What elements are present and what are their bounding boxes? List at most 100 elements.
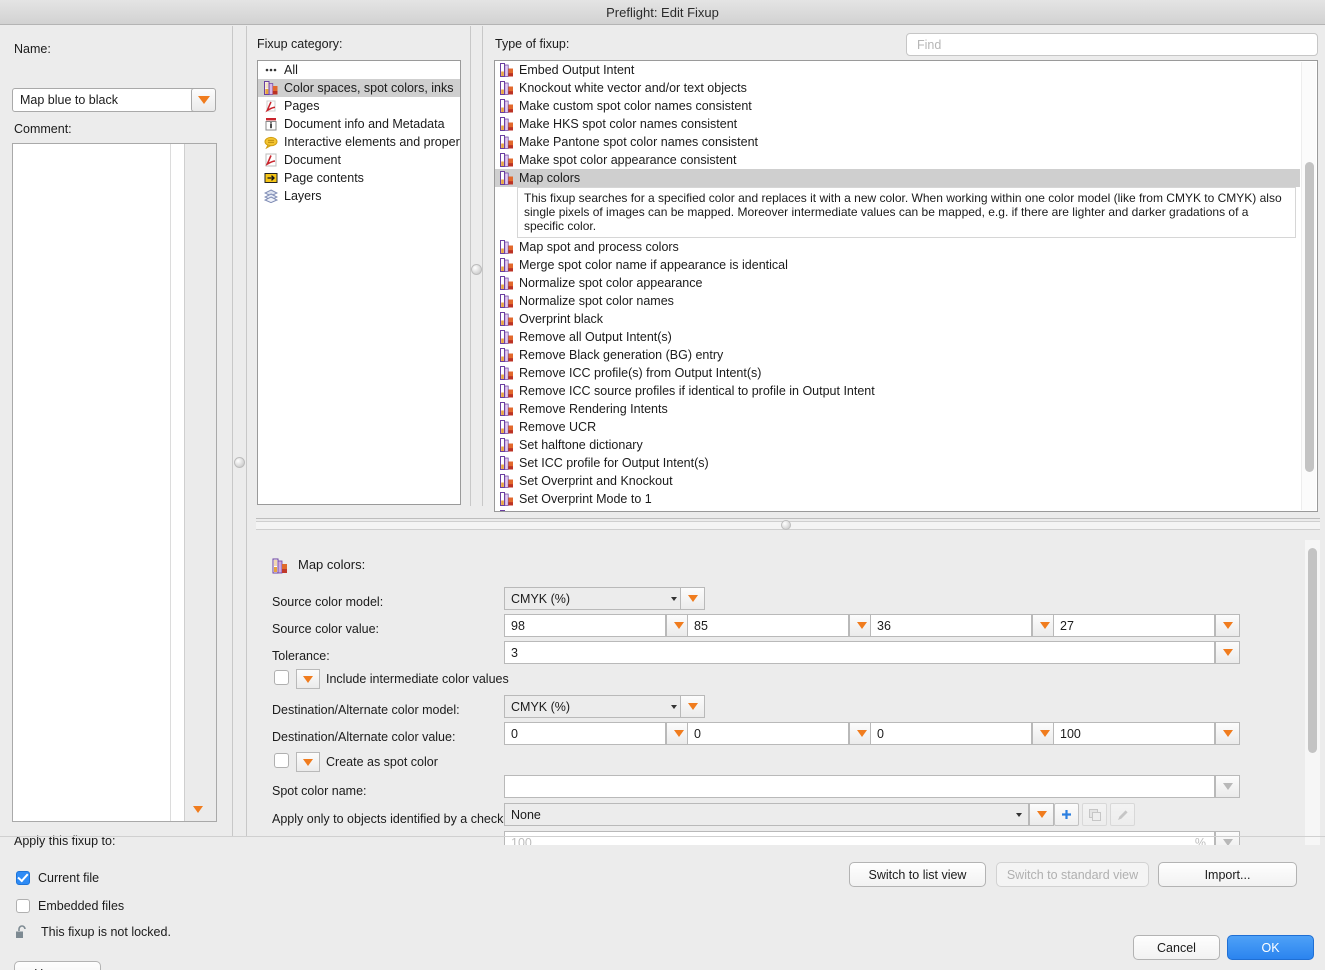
- embedded-files-row[interactable]: Embedded files: [16, 899, 124, 913]
- destination-color-value-c[interactable]: 0: [504, 722, 666, 745]
- chevron-down-icon: [671, 596, 677, 601]
- source-color-value-k[interactable]: 27: [1053, 614, 1215, 637]
- source-color-value-c[interactable]: 98: [504, 614, 666, 637]
- comment-dropdown-column[interactable]: [184, 144, 216, 821]
- form-scroll-thumb[interactable]: [1308, 548, 1317, 753]
- fixup-list-scrollbar[interactable]: [1301, 62, 1316, 510]
- destination-color-model-select[interactable]: CMYK (%): [504, 695, 684, 718]
- fixup-type-item[interactable]: Remove ICC source profiles if identical …: [495, 382, 1300, 400]
- fixup-type-item[interactable]: Make custom spot color names consistent: [495, 97, 1300, 115]
- include-intermediate-dropdown[interactable]: [296, 669, 320, 689]
- source-color-value-k-dropdown[interactable]: [1215, 614, 1240, 637]
- fixup-type-item[interactable]: Set halftone dictionary: [495, 436, 1300, 454]
- source-color-model-select[interactable]: CMYK (%): [504, 587, 684, 610]
- destination-color-value-k[interactable]: 100: [1053, 722, 1215, 745]
- fixup-type-item[interactable]: Overprint black: [495, 310, 1300, 328]
- fixup-type-item[interactable]: Set Overprint Mode to 1: [495, 490, 1300, 508]
- category-item[interactable]: Document info and Metadata: [258, 115, 460, 133]
- lock-status-row[interactable]: This fixup is not locked.: [14, 924, 171, 940]
- fixup-type-item[interactable]: Normalize spot color appearance: [495, 274, 1300, 292]
- destination-color-value-k-dropdown[interactable]: [1215, 722, 1240, 745]
- fixup-type-item[interactable]: Remove Rendering Intents: [495, 400, 1300, 418]
- fixup-type-list[interactable]: Embed Output Intent Knockout white vector…: [494, 60, 1318, 512]
- create-spot-color-dropdown[interactable]: [296, 752, 320, 772]
- splitter-mid-grip[interactable]: [471, 264, 482, 275]
- chevron-down-icon: [856, 622, 867, 629]
- category-item-label: Color spaces, spot colors, inks: [284, 81, 454, 95]
- spot-color-name-input[interactable]: [504, 775, 1215, 798]
- fixup-icon: [500, 348, 514, 362]
- destination-color-model-dropdown-button[interactable]: [680, 695, 705, 718]
- footer-divider: [0, 836, 1325, 837]
- ok-button[interactable]: OK: [1227, 935, 1314, 960]
- tolerance-input[interactable]: 3: [504, 641, 1215, 664]
- fixup-type-item[interactable]: Map colors: [495, 169, 1300, 187]
- fixup-type-item[interactable]: Remove all Output Intent(s): [495, 328, 1300, 346]
- category-item[interactable]: Layers: [258, 187, 460, 205]
- fixup-list-scroll-thumb[interactable]: [1305, 162, 1314, 472]
- destination-color-value-m[interactable]: 0: [687, 722, 849, 745]
- fixup-type-item[interactable]: Remove ICC profile(s) from Output Intent…: [495, 364, 1300, 382]
- current-file-row[interactable]: Current file: [16, 871, 99, 885]
- partial-row-input[interactable]: 100 %: [504, 831, 1215, 845]
- include-intermediate-checkbox[interactable]: [274, 670, 289, 685]
- fixup-type-item[interactable]: Make Pantone spot color names consistent: [495, 133, 1300, 151]
- current-file-label: Current file: [38, 871, 100, 885]
- find-input[interactable]: Find: [906, 33, 1318, 56]
- fixup-type-item[interactable]: Remove UCR: [495, 418, 1300, 436]
- fixup-type-item[interactable]: Merge spot color name if appearance is i…: [495, 256, 1300, 274]
- fixup-type-item[interactable]: Knockout white vector and/or text object…: [495, 79, 1300, 97]
- category-item[interactable]: Document: [258, 151, 460, 169]
- fixup-type-item[interactable]: Embed Output Intent: [495, 61, 1300, 79]
- horizontal-splitter[interactable]: [256, 518, 1320, 531]
- apply-check-dropdown-button[interactable]: [1029, 803, 1054, 826]
- category-item[interactable]: Interactive elements and propertie: [258, 133, 460, 151]
- cancel-button[interactable]: Cancel: [1133, 935, 1220, 960]
- destination-color-value-y[interactable]: 0: [870, 722, 1032, 745]
- splitter-left-grip[interactable]: [234, 457, 245, 468]
- tolerance-dropdown[interactable]: [1215, 641, 1240, 664]
- usage-button[interactable]: Usage...: [14, 961, 101, 970]
- fixup-type-item[interactable]: Make HKS spot color names consistent: [495, 115, 1300, 133]
- fixup-category-list[interactable]: All Color spaces, spot colors, inks Pages D…: [257, 60, 461, 505]
- add-check-button[interactable]: [1054, 803, 1079, 826]
- source-color-value-y[interactable]: 36: [870, 614, 1032, 637]
- edit-check-button[interactable]: [1110, 803, 1135, 826]
- horizontal-splitter-grip[interactable]: [781, 520, 791, 530]
- import-button[interactable]: Import...: [1158, 862, 1297, 887]
- spot-color-name-dropdown[interactable]: [1215, 775, 1240, 798]
- category-item[interactable]: All: [258, 61, 460, 79]
- fixup-icon: [500, 153, 514, 167]
- fixup-type-item[interactable]: Normalize spot color names: [495, 292, 1300, 310]
- embedded-files-label: Embedded files: [38, 899, 125, 913]
- category-item[interactable]: Pages: [258, 97, 460, 115]
- chevron-down-icon: [1222, 839, 1233, 845]
- embedded-files-checkbox[interactable]: [16, 899, 30, 913]
- fixup-icon: [500, 330, 514, 344]
- source-color-model-dropdown-button[interactable]: [680, 587, 705, 610]
- category-item[interactable]: Color spaces, spot colors, inks: [258, 79, 460, 97]
- name-input[interactable]: Map blue to black: [12, 88, 197, 112]
- name-dropdown-button[interactable]: [191, 88, 216, 112]
- fixup-type-item[interactable]: Set Overprint and Knockout: [495, 472, 1300, 490]
- fixup-type-item[interactable]: Make spot color appearance consistent: [495, 151, 1300, 169]
- duplicate-check-button[interactable]: [1082, 803, 1107, 826]
- source-color-value-m[interactable]: 85: [687, 614, 849, 637]
- comment-area[interactable]: [12, 143, 217, 822]
- comment-input[interactable]: [13, 144, 170, 821]
- fixup-type-item[interactable]: Set ICC profile for Output Intent(s): [495, 454, 1300, 472]
- fixup-type-item[interactable]: Map spot and process colors: [495, 238, 1300, 256]
- current-file-checkbox[interactable]: [16, 871, 30, 885]
- category-item[interactable]: Page contents: [258, 169, 460, 187]
- fixup-type-item[interactable]: Set Rendering Intent: [495, 508, 1300, 511]
- unlocked-padlock-icon[interactable]: [14, 924, 30, 940]
- splitter-left-2[interactable]: [246, 26, 247, 836]
- form-scrollbar[interactable]: [1305, 540, 1320, 845]
- switch-to-list-view-button[interactable]: Switch to list view: [849, 862, 986, 887]
- apply-check-select[interactable]: None: [504, 803, 1029, 826]
- create-spot-color-checkbox[interactable]: [274, 753, 289, 768]
- fixup-type-item[interactable]: Remove Black generation (BG) entry: [495, 346, 1300, 364]
- splitter-left[interactable]: [232, 26, 233, 836]
- splitter-mid-2[interactable]: [482, 26, 483, 506]
- partial-row-dropdown[interactable]: [1215, 831, 1240, 845]
